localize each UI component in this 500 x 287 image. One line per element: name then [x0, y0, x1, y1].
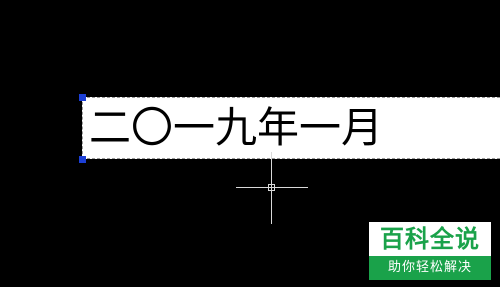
selected-text-object[interactable]: 二〇一九年一月: [82, 97, 500, 159]
grip-bottom-left-icon[interactable]: [79, 156, 86, 163]
grip-top-left-icon[interactable]: [79, 94, 86, 101]
watermark-subtitle: 助你轻松解决: [369, 256, 491, 280]
crosshair-cursor-icon: [236, 152, 308, 224]
drawing-canvas[interactable]: 二〇一九年一月 百科全说 助你轻松解决: [0, 0, 500, 287]
watermark-title: 百科全说: [369, 222, 491, 256]
watermark-logo: 百科全说 助你轻松解决: [369, 222, 491, 280]
text-object-content: 二〇一九年一月: [89, 103, 384, 152]
